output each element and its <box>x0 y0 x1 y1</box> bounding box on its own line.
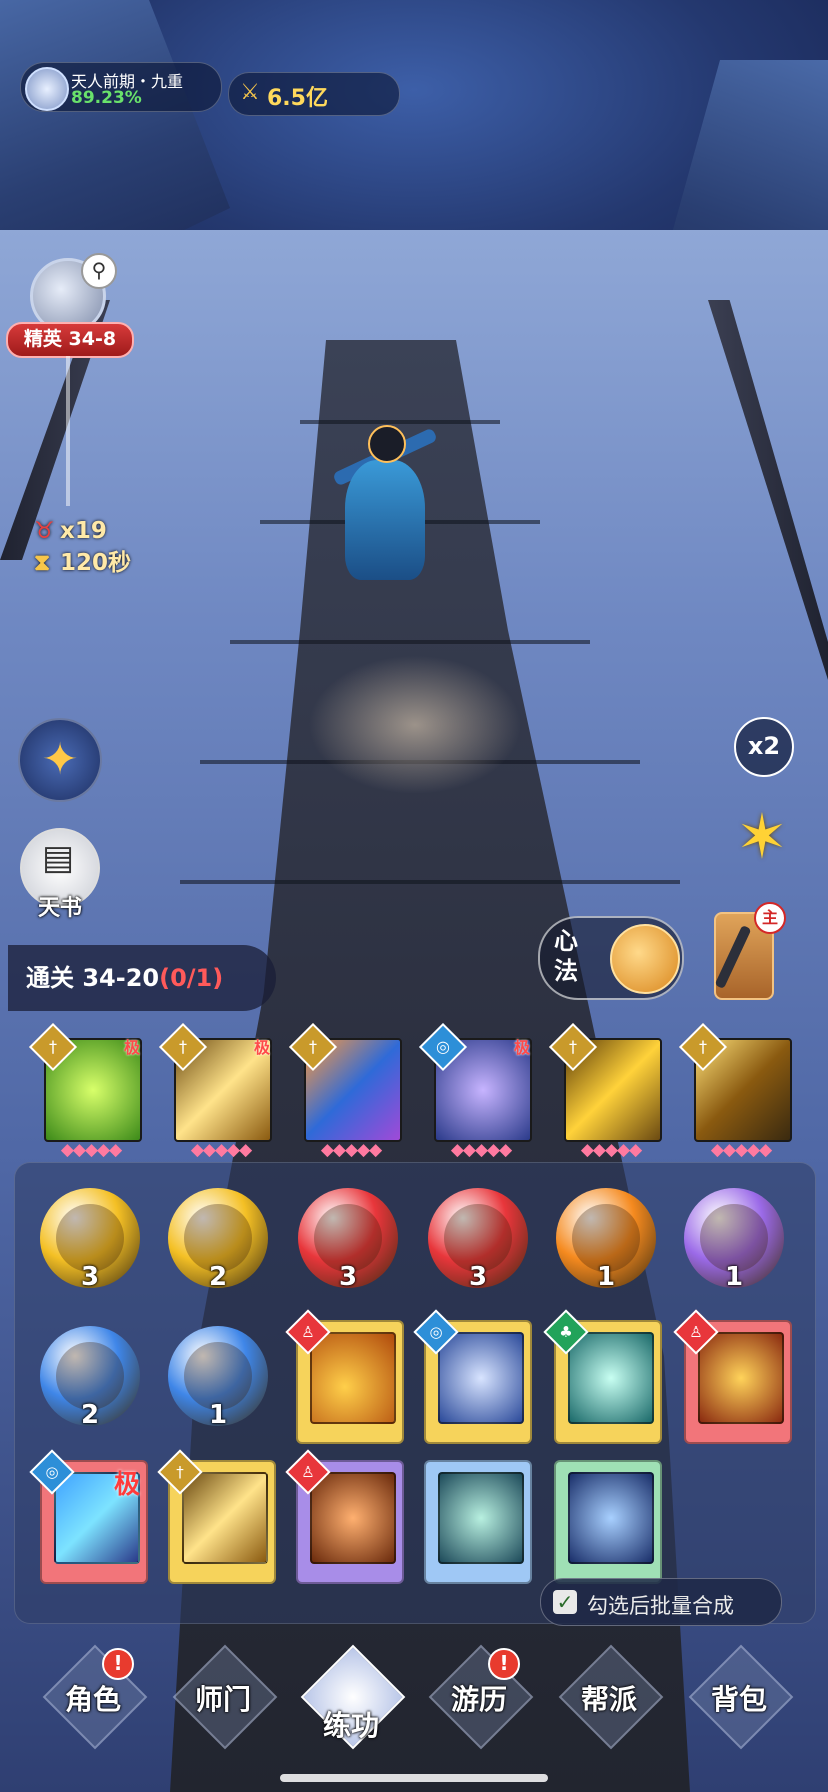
kill-count: x19 <box>60 518 107 544</box>
equipped-card[interactable]: † 极 ◆◆◆◆◆ <box>158 1022 276 1160</box>
nav-label: 师门 <box>194 1683 251 1716</box>
orb-count: 3 <box>80 1262 100 1292</box>
batch-merge-toggle[interactable]: ✓ 勾选后批量合成 <box>540 1578 782 1626</box>
demon-head-icon: ♉ <box>34 518 55 544</box>
orb-count: 1 <box>724 1262 744 1292</box>
scroll-icon: ▤ <box>42 838 75 878</box>
stage-progress-line <box>66 356 70 506</box>
skill-book[interactable]: ♙ <box>285 1309 404 1444</box>
player-character <box>330 420 440 600</box>
time-left: 120秒 <box>60 550 132 576</box>
skill-book[interactable]: ◎ <box>413 1309 532 1444</box>
nav-travel[interactable]: 游历 ! <box>426 1644 534 1750</box>
alert-badge: ! <box>102 1648 134 1680</box>
tianshu-button[interactable]: ▤ 天书 <box>20 828 100 921</box>
equipped-card[interactable]: ◎ 极 ◆◆◆◆◆ <box>418 1022 536 1160</box>
star-rating: ◆◆◆◆◆ <box>450 1140 512 1160</box>
money-bag-icon: ✦ <box>41 734 79 785</box>
clear-progress-bar[interactable]: 通关 34-20(0/1) <box>8 945 276 1011</box>
orb-count: 1 <box>596 1262 616 1292</box>
skill-orb[interactable]: 3 <box>40 1188 140 1292</box>
treasure-bag-button[interactable]: ✦ <box>18 718 102 802</box>
skill-orb[interactable]: 3 <box>428 1188 528 1292</box>
skill-book[interactable]: ♣ <box>543 1309 662 1444</box>
nav-sect[interactable]: 师门 <box>170 1644 278 1750</box>
nav-training[interactable]: 练功 <box>298 1644 406 1750</box>
tianshu-label: 天书 <box>37 896 82 921</box>
speed-toggle-button[interactable]: x2 <box>734 717 794 777</box>
alert-badge: ! <box>488 1648 520 1680</box>
skill-book[interactable]: ♙ <box>285 1449 404 1584</box>
stage-label[interactable]: 精英 34-8 <box>6 322 134 358</box>
skill-orb[interactable]: 2 <box>168 1188 268 1292</box>
blade-icon <box>714 924 752 990</box>
checkbox-checked-icon[interactable]: ✓ <box>553 1590 577 1614</box>
star-rating: ◆◆◆◆◆ <box>580 1140 642 1160</box>
star-rating: ◆◆◆◆◆ <box>320 1140 382 1160</box>
star-rating: ◆◆◆◆◆ <box>60 1140 122 1160</box>
bottom-nav: 角色 ! 师门 练功 游历 ! 帮派 背包 <box>0 1632 828 1772</box>
battle-stats: ♉ x19 ⧗ 120秒 <box>34 515 131 579</box>
orb-count: 2 <box>80 1400 100 1430</box>
clear-label: 通关 34-20 <box>26 964 160 992</box>
nav-label: 背包 <box>710 1683 767 1716</box>
character-avatar-icon <box>25 67 69 111</box>
orb-count: 2 <box>208 1262 228 1292</box>
orb-count: 3 <box>338 1262 358 1292</box>
orb-count: 3 <box>468 1262 488 1292</box>
bridge-plank <box>180 880 680 884</box>
skill-orb[interactable]: 2 <box>40 1326 140 1430</box>
star-rating: ◆◆◆◆◆ <box>190 1140 252 1160</box>
skill-book[interactable] <box>554 1460 662 1584</box>
skill-book[interactable]: ♙ <box>673 1309 792 1444</box>
skill-book[interactable]: † <box>157 1449 276 1584</box>
equipped-card[interactable]: † 极 ◆◆◆◆◆ <box>28 1022 146 1160</box>
hourglass-icon: ⧗ <box>34 550 51 576</box>
nav-role[interactable]: 角色 ! <box>40 1644 148 1750</box>
orb-count: 1 <box>208 1400 228 1430</box>
magnifier-icon[interactable]: ⚲ <box>81 253 117 289</box>
ground-rune <box>300 650 530 800</box>
main-weapon-slot[interactable]: 主 <box>714 902 786 1000</box>
combat-power[interactable]: ⚔ 6.5亿 <box>228 72 400 116</box>
nav-guild[interactable]: 帮派 <box>556 1644 664 1750</box>
ji-badge: 极 <box>123 1038 140 1057</box>
nav-label: 游历 <box>450 1683 507 1716</box>
equipped-skill-row: † 极 ◆◆◆◆◆ † 极 ◆◆◆◆◆ † ◆◆◆◆◆ ◎ 极 ◆◆◆◆◆ † … <box>0 1022 828 1164</box>
star-skill-button[interactable]: ✶ <box>730 805 794 869</box>
crossed-swords-icon: ⚔ <box>240 80 260 105</box>
equipped-card[interactable]: † ◆◆◆◆◆ <box>288 1022 406 1160</box>
nav-label: 角色 <box>64 1683 121 1716</box>
realm-percent: 89.23% <box>71 88 142 108</box>
skill-orb[interactable]: 1 <box>556 1188 656 1292</box>
nav-label: 练功 <box>322 1709 379 1742</box>
xinfa-button[interactable]: 心法 <box>538 916 684 1000</box>
star-rating: ◆◆◆◆◆ <box>710 1140 772 1160</box>
batch-merge-label: 勾选后批量合成 <box>587 1594 734 1618</box>
six-point-star-icon: ✶ <box>736 800 788 873</box>
nav-label: 帮派 <box>580 1683 637 1716</box>
equipped-card[interactable]: † ◆◆◆◆◆ <box>548 1022 666 1160</box>
main-badge: 主 <box>754 902 786 934</box>
equipped-card[interactable]: † ◆◆◆◆◆ <box>678 1022 796 1160</box>
ji-badge: 极 <box>513 1038 530 1057</box>
ji-badge: 极 <box>253 1038 270 1057</box>
bridge-plank <box>230 640 590 644</box>
clear-progress: (0/1) <box>159 964 224 992</box>
skill-book[interactable]: ◎ 极 <box>29 1449 148 1584</box>
skill-orb[interactable]: 1 <box>168 1326 268 1430</box>
skill-orb[interactable]: 1 <box>684 1188 784 1292</box>
skill-orb[interactable]: 3 <box>298 1188 398 1292</box>
home-indicator[interactable] <box>280 1774 548 1782</box>
realm-status[interactable]: 天人前期・九重 89.23% <box>20 62 222 112</box>
combat-power-value: 6.5亿 <box>267 86 328 111</box>
xinfa-orb-icon <box>610 924 680 994</box>
ji-badge: 极 <box>113 1470 140 1500</box>
skill-book[interactable] <box>424 1460 532 1584</box>
nav-backpack[interactable]: 背包 <box>686 1644 794 1750</box>
xinfa-label: 心法 <box>554 927 578 985</box>
